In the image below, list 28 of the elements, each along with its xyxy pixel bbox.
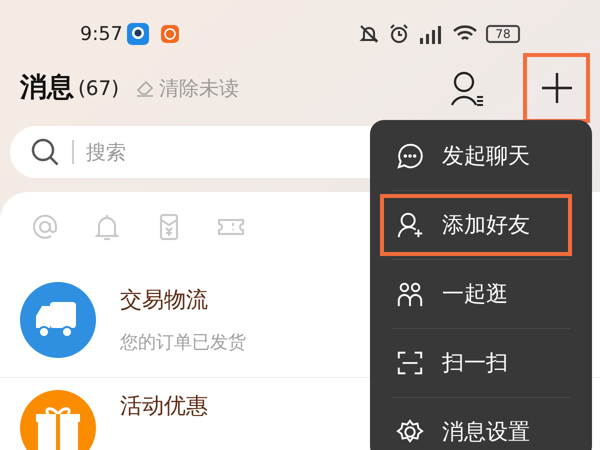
people-icon [396,280,424,308]
menu-item[interactable]: 添加好友 [380,194,572,256]
app-icon [160,25,179,43]
search-input[interactable]: 搜索 [86,137,286,167]
battery-indicator: 78 [486,25,520,43]
signal-icon [418,23,444,45]
alarm-icon [388,23,410,45]
bell-icon[interactable] [92,212,122,242]
page-title: 消息 [20,70,74,105]
search-icon [30,137,60,167]
add-person-icon [396,211,424,239]
mute-icon [358,23,380,45]
chat-bubble-icon [396,142,424,170]
conversation-title: 活动优惠 [120,393,208,421]
menu-item[interactable]: 扫一扫 [380,332,572,394]
truck-icon [20,282,96,358]
at-sign-icon[interactable] [30,212,60,242]
scan-icon [396,349,424,377]
plus-icon [540,72,572,104]
menu-item[interactable]: 消息设置 [380,401,572,450]
conversation-preview: 您的订单已发货 [120,330,246,354]
menu-item[interactable]: 一起逛 [380,263,572,325]
conversation-title: 交易物流 [120,286,209,314]
app-icon [126,23,149,45]
status-time: 9:57 [80,22,123,47]
unread-count: (67) [78,75,120,102]
contacts-icon[interactable] [449,69,485,107]
eraser-icon [135,78,156,98]
